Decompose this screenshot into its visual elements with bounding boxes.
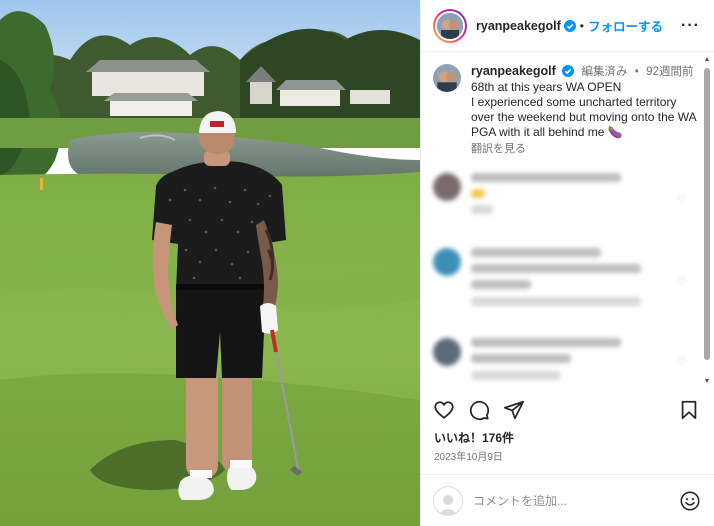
golf-course-photo	[0, 0, 420, 526]
follow-button[interactable]: フォローする	[588, 16, 663, 35]
emoji-icon[interactable]	[679, 490, 701, 512]
scroll-down-icon[interactable]: ▼	[703, 378, 711, 385]
share-icon[interactable]	[503, 399, 525, 421]
avatar-image	[433, 64, 461, 92]
like-count[interactable]: いいね！176件	[434, 429, 514, 446]
caption-separator: •	[634, 66, 639, 78]
comments-scrollbar[interactable]: ▲ ▼	[703, 56, 711, 385]
comment-like-icon[interactable]: ♡	[677, 355, 687, 368]
caption-comment: ryanpeakegolf 編集済み • 92週間前 68th at this …	[421, 53, 714, 157]
caption-line-2: I experienced some uncharted territory o…	[471, 95, 697, 139]
add-comment-bar	[421, 474, 714, 526]
header-separator: •	[579, 18, 584, 33]
profile-avatar[interactable]	[433, 8, 467, 43]
blurred-comment	[421, 248, 701, 313]
post-photo[interactable]	[0, 0, 420, 526]
save-icon[interactable]	[678, 399, 700, 421]
blurred-comment	[421, 338, 701, 383]
edited-label: 編集済み	[581, 66, 628, 78]
instagram-post: ryanpeakegolf • フォローする ··· ryanpeakegolf…	[0, 0, 714, 526]
default-avatar-icon	[438, 494, 458, 515]
scroll-up-icon[interactable]: ▲	[703, 56, 711, 63]
avatar-image	[437, 12, 463, 39]
blurred-comment	[421, 173, 701, 221]
heart-icon[interactable]	[433, 399, 455, 421]
comment-input[interactable]	[473, 493, 679, 508]
post-date: 2023年10月9日	[434, 452, 503, 463]
comments-list[interactable]: ryanpeakegolf 編集済み • 92週間前 68th at this …	[421, 53, 714, 383]
caption-line-1: 68th at this years WA OPEN	[471, 80, 622, 94]
verified-icon	[563, 19, 576, 32]
comment-avatar	[433, 338, 461, 366]
more-icon[interactable]: ···	[681, 17, 700, 35]
post-side-panel: ryanpeakegolf • フォローする ··· ryanpeakegolf…	[420, 0, 714, 526]
verified-icon	[562, 65, 575, 77]
comment-like-icon[interactable]: ♡	[677, 193, 687, 206]
comment-avatar	[433, 173, 461, 201]
comment-like-icon[interactable]: ♡	[677, 275, 687, 288]
scrollbar-thumb[interactable]	[704, 68, 710, 360]
post-header: ryanpeakegolf • フォローする ···	[421, 0, 714, 52]
post-actions	[433, 398, 700, 422]
caption-avatar[interactable]	[433, 64, 461, 92]
translate-link[interactable]: 翻訳を見る	[471, 142, 703, 157]
caption-body: ryanpeakegolf 編集済み • 92週間前 68th at this …	[471, 64, 703, 157]
post-age[interactable]: 92週間前	[646, 66, 693, 78]
header-username[interactable]: ryanpeakegolf	[476, 19, 561, 33]
comment-icon[interactable]	[468, 399, 490, 421]
comment-avatar	[433, 248, 461, 276]
current-user-avatar	[433, 485, 463, 516]
caption-username[interactable]: ryanpeakegolf	[471, 64, 556, 78]
